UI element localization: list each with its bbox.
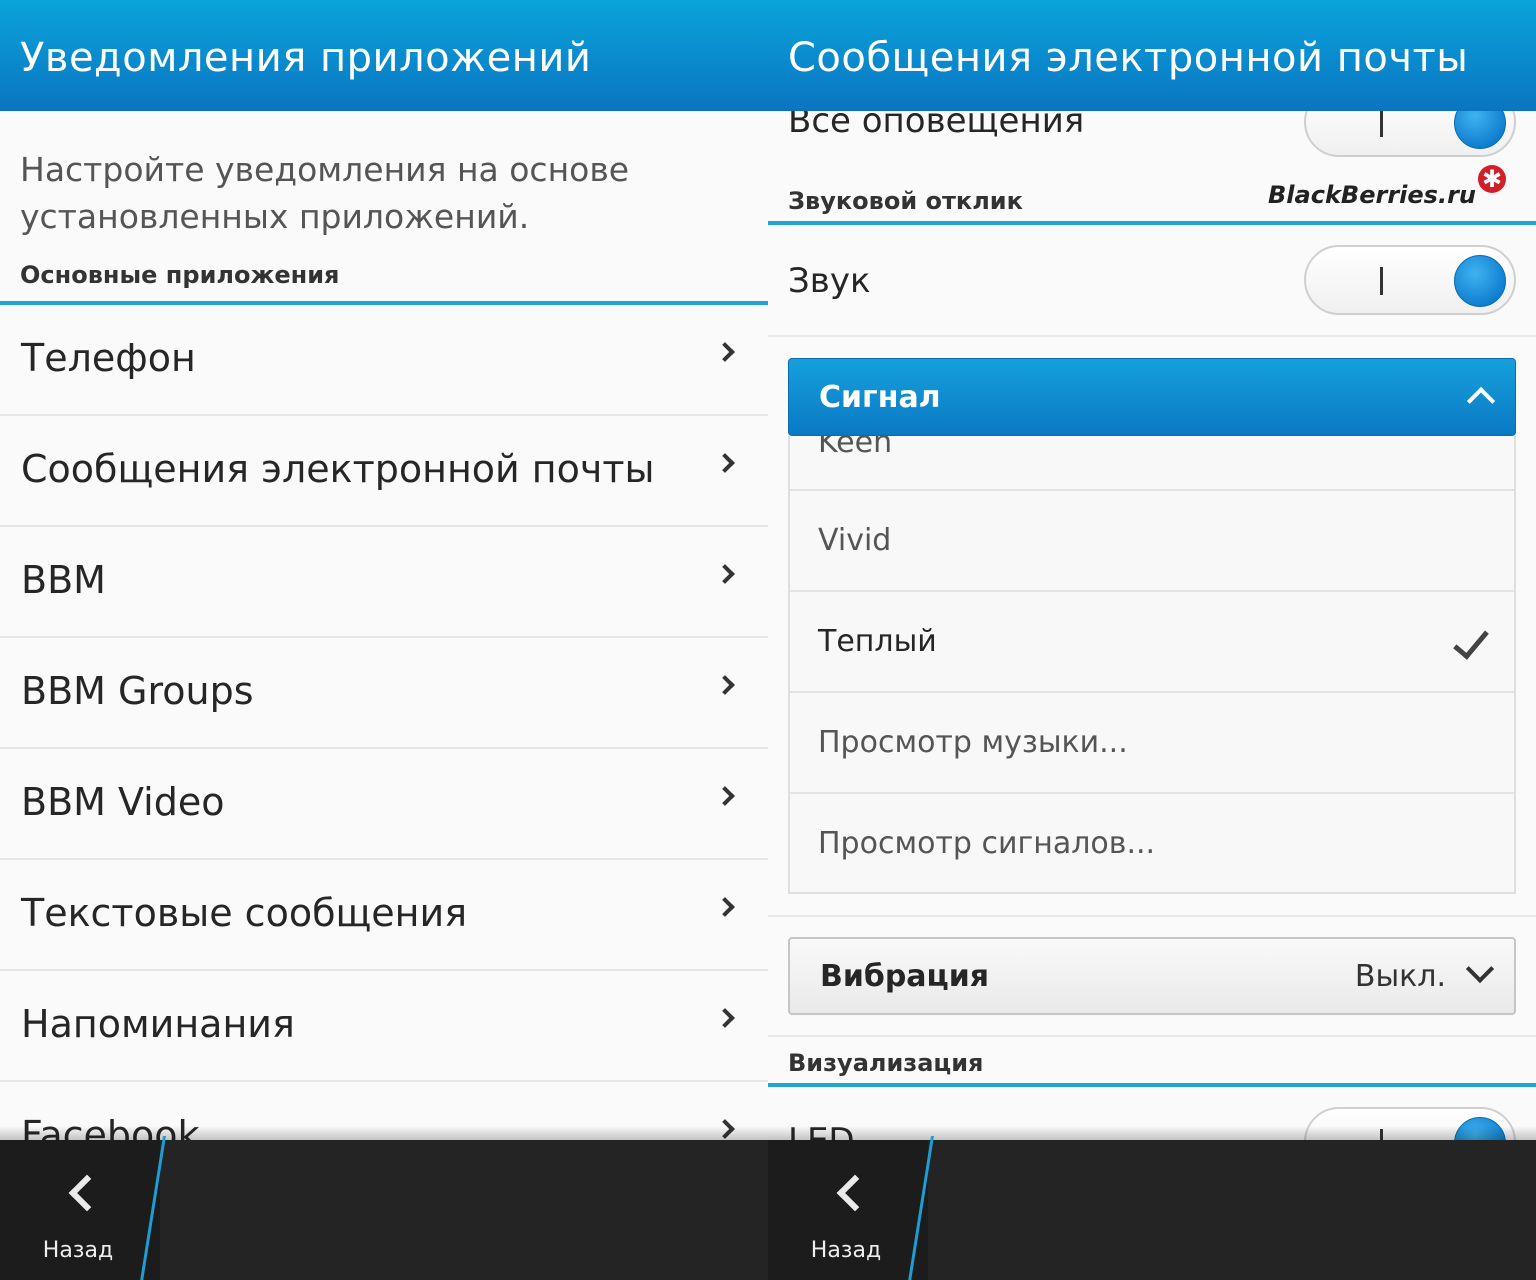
list-item-bbm[interactable]: BBM (0, 527, 768, 638)
intro-text: Настройте уведомления на основе установл… (20, 150, 630, 236)
section-header-core-apps: Основные приложения (0, 261, 768, 305)
vibration-dropdown[interactable]: Вибрация Выкл. (788, 937, 1516, 1015)
list-item-label: BBM Video (21, 780, 225, 824)
section-header-visual: Визуализация (768, 1043, 1536, 1087)
chevron-right-icon (715, 453, 735, 473)
list-item-label: Сообщения электронной почты (21, 447, 655, 491)
back-arrow-icon (836, 1174, 874, 1212)
action-bar: Назад (0, 1126, 768, 1280)
toggle-on-mark-icon (1380, 267, 1383, 295)
back-button[interactable]: Назад (0, 1140, 160, 1280)
sound-toggle[interactable] (1304, 245, 1516, 315)
watermark-star-icon: ✱ (1478, 165, 1506, 193)
checkmark-icon (1453, 622, 1489, 660)
vibration-label: Вибрация (820, 959, 990, 994)
list-item-phone[interactable]: Телефон (0, 305, 768, 416)
app-notifications-screen: Уведомления приложений Настройте уведомл… (0, 0, 768, 1280)
list-item-reminders[interactable]: Напоминания (0, 971, 768, 1082)
list-item-label: BBM Groups (21, 669, 254, 713)
page-title: Уведомления приложений (0, 0, 768, 111)
chevron-up-icon (1466, 386, 1496, 416)
list-item-bbm-video[interactable]: BBM Video (0, 749, 768, 860)
page-title: Сообщения электронной почты (768, 0, 1536, 111)
list-item-email[interactable]: Сообщения электронной почты (0, 416, 768, 527)
list-item-text-messages[interactable]: Текстовые сообщения (0, 860, 768, 971)
vibration-value: Выкл. (1354, 959, 1446, 994)
signal-option[interactable]: Keen (790, 436, 1514, 491)
signal-dropdown[interactable]: Сигнал Keen Vivid Теплый Просмотр музыки… (788, 358, 1516, 894)
all-alerts-label: Все оповещения (788, 111, 1085, 141)
back-label: Назад (810, 1238, 882, 1263)
signal-dropdown-label: Сигнал (819, 380, 941, 415)
back-label: Назад (42, 1238, 114, 1263)
email-notifications-content[interactable]: Все оповещения Звуковой отклик BlackBerr… (768, 111, 1536, 1140)
chevron-right-icon (715, 786, 735, 806)
toggle-knob[interactable] (1454, 111, 1506, 149)
chevron-right-icon (715, 897, 735, 917)
signal-option-selected[interactable]: Теплый (790, 592, 1514, 693)
signal-option[interactable]: Vivid (790, 491, 1514, 592)
toggle-on-mark-icon (1380, 111, 1383, 137)
action-bar: Назад (768, 1126, 1536, 1280)
list-item-label: Напоминания (21, 1002, 295, 1046)
back-arrow-icon (68, 1174, 106, 1212)
signal-option-label: Теплый (818, 624, 937, 659)
chevron-down-icon (1465, 954, 1495, 984)
all-alerts-toggle[interactable] (1304, 111, 1516, 157)
app-list: Телефон Сообщения электронной почты BBM … (0, 305, 768, 1140)
signal-option[interactable]: Просмотр музыки... (790, 693, 1514, 794)
toggle-knob[interactable] (1454, 255, 1506, 307)
signal-option[interactable]: Просмотр сигналов... (790, 794, 1514, 892)
chevron-right-icon (715, 1008, 735, 1028)
sound-label: Звук (788, 261, 871, 301)
list-item-bbm-groups[interactable]: BBM Groups (0, 638, 768, 749)
list-item-label: Телефон (21, 336, 196, 380)
chevron-right-icon (715, 675, 735, 695)
back-button[interactable]: Назад (768, 1140, 928, 1280)
list-item-label: Текстовые сообщения (21, 891, 468, 935)
app-notifications-content[interactable]: Настройте уведомления на основе установл… (0, 111, 768, 1140)
chevron-right-icon (715, 342, 735, 362)
email-notifications-screen: Сообщения электронной почты Все оповещен… (768, 0, 1536, 1280)
list-item-label: BBM (21, 558, 106, 602)
chevron-right-icon (715, 564, 735, 584)
signal-dropdown-header[interactable]: Сигнал (788, 358, 1516, 436)
watermark-logo: BlackBerries.ru (1268, 181, 1476, 209)
signal-options-list: Keen Vivid Теплый Просмотр музыки... Про… (788, 436, 1516, 894)
